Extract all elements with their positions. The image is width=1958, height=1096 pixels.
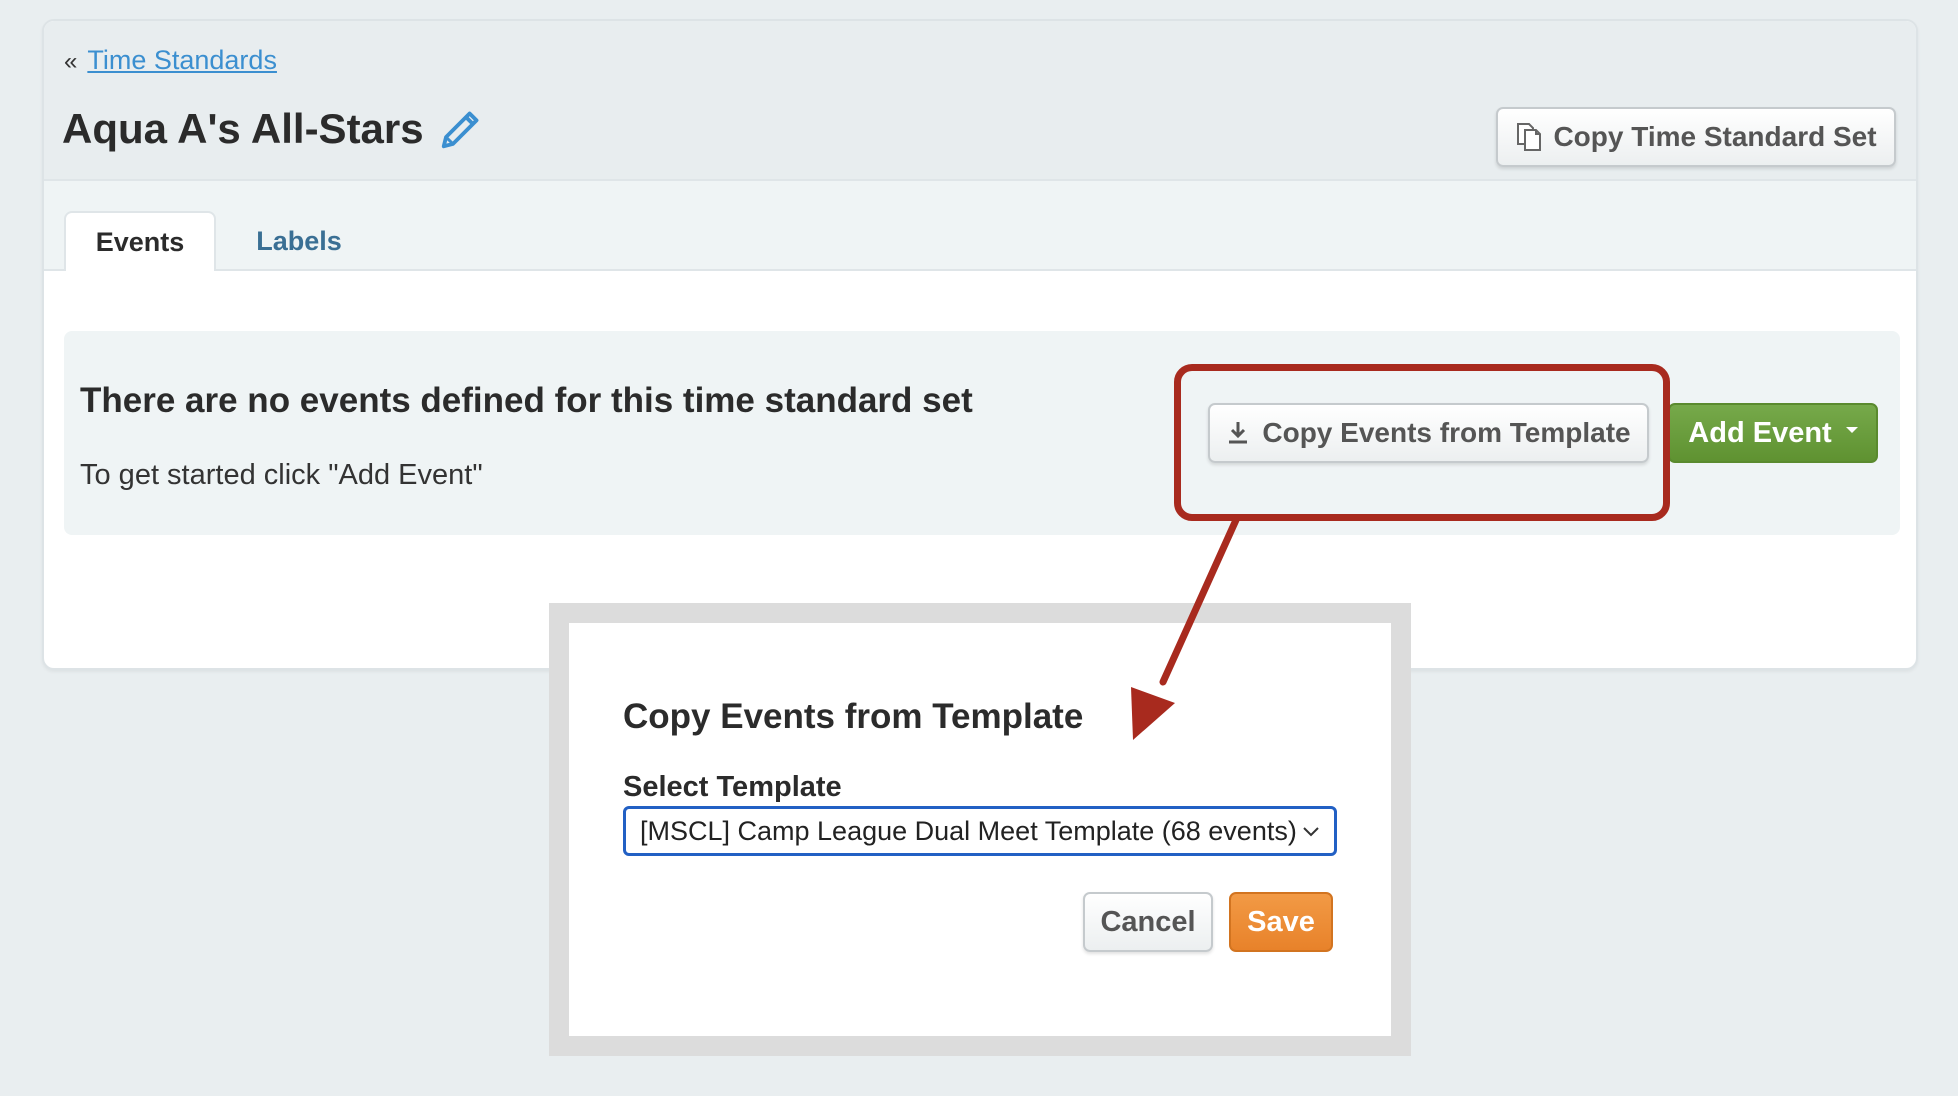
copy-events-from-template-button[interactable]: Copy Events from Template bbox=[1208, 403, 1649, 463]
tabs-bar: Events Labels bbox=[44, 181, 1916, 271]
copy-events-from-template-label: Copy Events from Template bbox=[1262, 417, 1631, 448]
time-standards-link[interactable]: Time Standards bbox=[87, 45, 277, 76]
add-event-button[interactable]: Add Event bbox=[1668, 403, 1878, 463]
card-header: « Time Standards Aqua A's All-Stars Copy… bbox=[44, 21, 1916, 181]
save-button[interactable]: Save bbox=[1229, 892, 1333, 952]
add-event-label: Add Event bbox=[1688, 416, 1832, 449]
tab-labels[interactable]: Labels bbox=[224, 211, 374, 271]
copy-time-standard-set-label: Copy Time Standard Set bbox=[1553, 121, 1877, 152]
time-standard-card: « Time Standards Aqua A's All-Stars Copy… bbox=[42, 19, 1918, 670]
page-title-row: Aqua A's All-Stars bbox=[62, 105, 484, 153]
select-template-label: Select Template bbox=[623, 771, 842, 803]
pencil-icon[interactable] bbox=[438, 106, 484, 152]
cancel-button[interactable]: Cancel bbox=[1083, 892, 1213, 952]
modal-frame: Copy Events from Template Select Templat… bbox=[549, 603, 1411, 1056]
modal-title: Copy Events from Template bbox=[623, 697, 1084, 736]
breadcrumb-prefix: « bbox=[64, 48, 78, 75]
template-select-value: [MSCL] Camp League Dual Meet Template (6… bbox=[640, 815, 1297, 846]
template-select[interactable]: [MSCL] Camp League Dual Meet Template (6… bbox=[623, 806, 1337, 856]
empty-state-subtitle: To get started click "Add Event" bbox=[80, 459, 483, 491]
page-title: Aqua A's All-Stars bbox=[62, 105, 424, 152]
breadcrumb: « Time Standards bbox=[64, 45, 277, 76]
copy-document-icon bbox=[1517, 123, 1542, 151]
chevron-down-icon bbox=[1303, 827, 1319, 837]
download-icon bbox=[1229, 422, 1248, 444]
copy-events-modal: Copy Events from Template Select Templat… bbox=[569, 623, 1391, 1036]
page: « Time Standards Aqua A's All-Stars Copy… bbox=[0, 0, 1958, 1096]
copy-time-standard-set-button[interactable]: Copy Time Standard Set bbox=[1496, 107, 1896, 167]
tab-events[interactable]: Events bbox=[64, 211, 216, 271]
empty-state-title: There are no events defined for this tim… bbox=[80, 381, 973, 420]
caret-down-icon bbox=[1845, 427, 1858, 433]
